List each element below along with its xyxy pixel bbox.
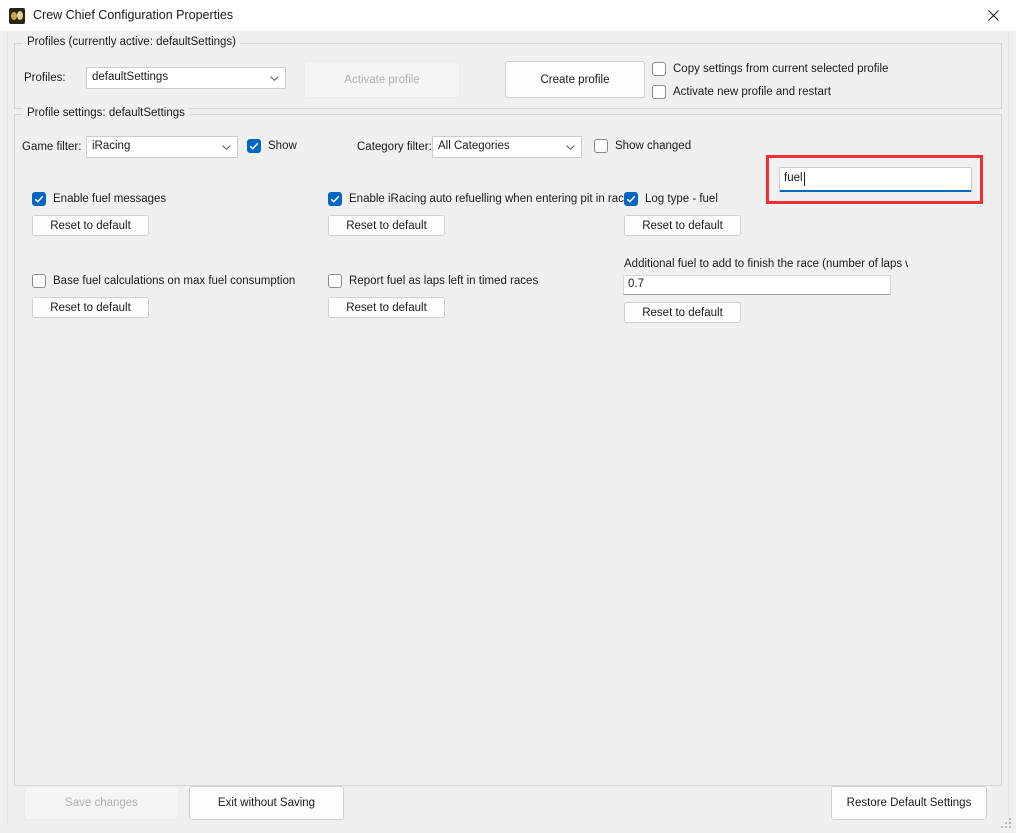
game-filter-value: iRacing — [92, 140, 131, 152]
reset-to-default-button-base-fuel-calculations[interactable]: Reset to default — [32, 297, 149, 318]
resize-grip[interactable] — [1001, 818, 1013, 830]
setting-label: Enable fuel messages — [53, 193, 167, 205]
setting-label: Log type - fuel — [645, 193, 718, 205]
text-caret — [804, 172, 805, 186]
checkbox-box — [652, 62, 666, 76]
game-filter-select[interactable]: iRacing — [86, 136, 238, 158]
search-input[interactable]: fuel — [779, 167, 972, 192]
checkbox-box — [594, 139, 608, 153]
title-bar: Crew Chief Configuration Properties — [0, 0, 1016, 32]
category-filter-label: Category filter: — [357, 141, 432, 153]
save-changes-button[interactable]: Save changes — [24, 786, 179, 820]
profiles-label: Profiles: — [24, 72, 66, 84]
setting-label: Report fuel as laps left in timed races — [349, 275, 539, 287]
profile-select[interactable]: defaultSettings — [86, 67, 286, 89]
window-title: Crew Chief Configuration Properties — [33, 8, 234, 22]
reset-to-default-button-enable-fuel-messages[interactable]: Reset to default — [32, 215, 149, 236]
checkbox-box — [328, 274, 342, 288]
search-input-value: fuel — [784, 172, 803, 184]
category-filter-value: All Categories — [438, 140, 510, 152]
reset-to-default-button-log-type-fuel[interactable]: Reset to default — [624, 215, 741, 236]
activate-profile-button[interactable]: Activate profile — [304, 61, 460, 98]
exit-without-saving-button[interactable]: Exit without Saving — [189, 786, 344, 820]
checkbox-box — [247, 139, 261, 153]
checkbox-box — [32, 274, 46, 288]
close-icon[interactable] — [970, 0, 1016, 31]
search-field-wrap: fuel — [779, 167, 972, 192]
reset-to-default-button-additional-fuel[interactable]: Reset to default — [624, 302, 741, 323]
restore-default-settings-button[interactable]: Restore Default Settings — [831, 786, 987, 820]
chevron-down-icon — [566, 145, 575, 150]
setting-label-additional-fuel: Additional fuel to add to finish the rac… — [624, 258, 908, 270]
checkbox-box — [32, 192, 46, 206]
checkbox-box — [624, 192, 638, 206]
chevron-down-icon — [222, 145, 231, 150]
additional-fuel-input[interactable]: 0.7 — [623, 275, 891, 295]
show-checkbox-label: Show — [268, 140, 297, 152]
game-filter-label: Game filter: — [22, 141, 82, 153]
category-filter-select[interactable]: All Categories — [432, 136, 582, 158]
window-body: Profiles (currently active: defaultSetti… — [0, 31, 1016, 833]
checkbox-box — [652, 85, 666, 99]
settings-group: Profile settings: defaultSettings — [14, 107, 1002, 786]
activate-new-profile-checkbox-label: Activate new profile and restart — [673, 86, 831, 98]
crew-chief-config-window: Crew Chief Configuration Properties Prof… — [0, 0, 1016, 833]
reset-to-default-button-enable-iracing-auto-refuelling[interactable]: Reset to default — [328, 215, 445, 236]
show-changed-checkbox-label: Show changed — [615, 140, 692, 152]
profile-select-value: defaultSettings — [92, 71, 169, 83]
chevron-down-icon — [270, 76, 279, 81]
profiles-group-legend: Profiles (currently active: defaultSetti… — [23, 36, 241, 48]
reset-to-default-button-report-fuel-as-laps-left[interactable]: Reset to default — [328, 297, 445, 318]
checkbox-box — [328, 192, 342, 206]
setting-label: Enable iRacing auto refuelling when ente… — [349, 193, 631, 205]
copy-settings-checkbox-label: Copy settings from current selected prof… — [673, 63, 889, 75]
settings-group-legend: Profile settings: defaultSettings — [23, 107, 189, 119]
create-profile-button[interactable]: Create profile — [505, 61, 645, 98]
crew-chief-logo-icon — [9, 8, 25, 24]
additional-fuel-input-value: 0.7 — [628, 278, 644, 290]
setting-label: Base fuel calculations on max fuel consu… — [53, 275, 296, 287]
